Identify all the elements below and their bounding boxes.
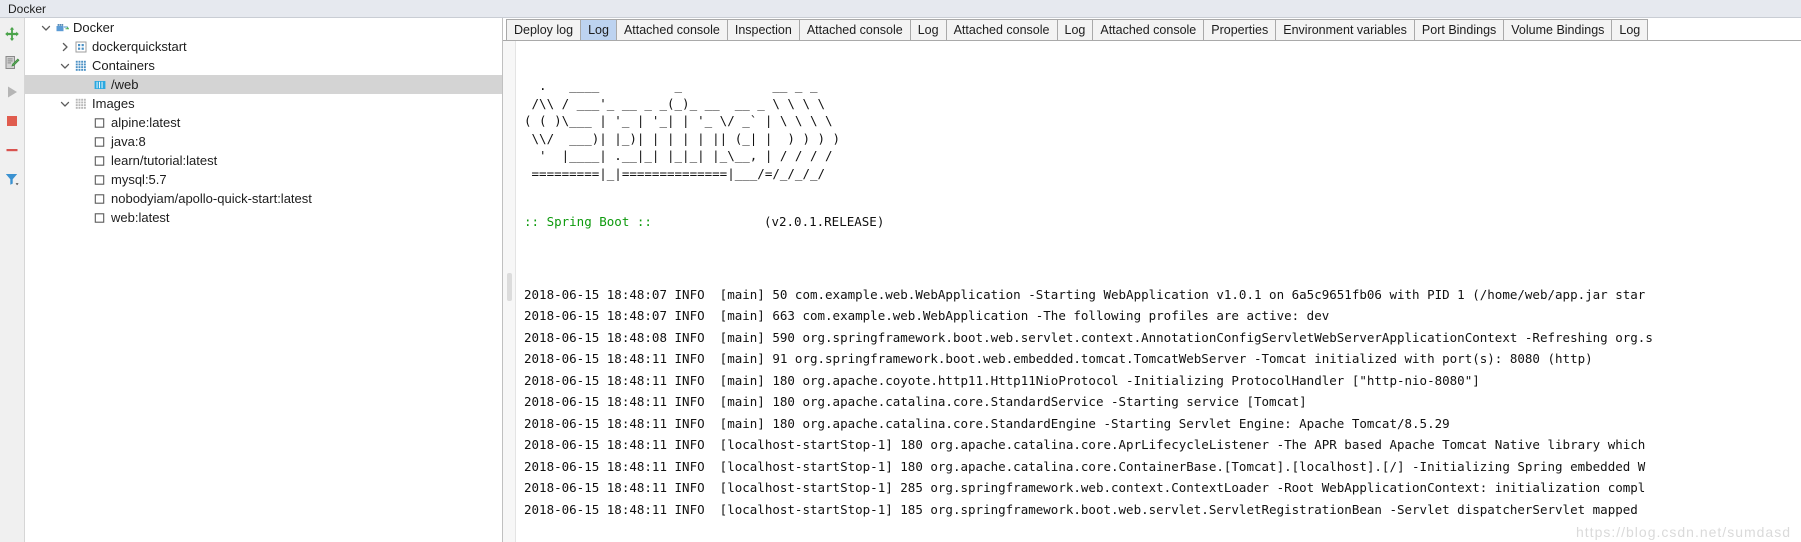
image-icon bbox=[91, 135, 108, 149]
tree-node-containers[interactable]: Containers bbox=[25, 56, 502, 75]
stop-icon[interactable] bbox=[2, 111, 22, 131]
tree-node-label: learn/tutorial:latest bbox=[111, 152, 218, 168]
grid-small-icon bbox=[72, 40, 89, 54]
spring-boot-ascii-banner: . ____ _ __ _ _ /\\ / ___'_ __ _ _(_)_ _… bbox=[524, 78, 841, 181]
log-line: 2018-06-15 18:48:11 INFO [main] 180 org.… bbox=[524, 415, 1450, 431]
tree-node-web[interactable]: /web bbox=[25, 75, 502, 94]
tool-window-title: Docker bbox=[8, 1, 47, 16]
connect-icon[interactable] bbox=[2, 24, 22, 44]
chevron-down-icon[interactable] bbox=[39, 23, 53, 33]
spring-boot-label: :: Spring Boot :: bbox=[524, 214, 652, 229]
main-content-area: Docker dockerquickstart Containers/web Imag… bbox=[0, 18, 1801, 542]
tab-attached-console-8[interactable]: Attached console bbox=[1092, 19, 1205, 40]
log-line: 2018-06-15 18:48:11 INFO [main] 180 org.… bbox=[524, 394, 1307, 409]
docker-toolbar bbox=[0, 18, 25, 542]
tree-node-nobodyiam-apollo-quick-start-latest[interactable]: nobodyiam/apollo-quick-start:latest bbox=[25, 189, 502, 208]
log-line: 2018-06-15 18:48:11 INFO [localhost-star… bbox=[524, 458, 1646, 474]
image-icon bbox=[91, 173, 108, 187]
log-line: 2018-06-15 18:48:11 INFO [localhost-star… bbox=[524, 501, 1638, 517]
log-scroll-thumb[interactable] bbox=[507, 273, 512, 301]
tree-node-label: Containers bbox=[92, 57, 155, 73]
tab-inspection-3[interactable]: Inspection bbox=[726, 19, 800, 40]
chevron-right-icon[interactable] bbox=[58, 42, 72, 52]
tree-node-dockerquickstart[interactable]: dockerquickstart bbox=[25, 37, 502, 56]
log-lines-container: 2018-06-15 18:48:07 INFO [main] 50 com.e… bbox=[524, 284, 1801, 521]
tab-attached-console-4[interactable]: Attached console bbox=[798, 19, 911, 40]
tab-port-bindings-11[interactable]: Port Bindings bbox=[1413, 19, 1505, 40]
log-line: 2018-06-15 18:48:11 INFO [main] 91 org.s… bbox=[524, 351, 1593, 366]
spring-boot-version-line: :: Spring Boot :: (v2.0.1.RELEASE) bbox=[524, 213, 1801, 231]
tree-node-docker[interactable]: Docker bbox=[25, 18, 502, 37]
grid-dots-icon bbox=[72, 97, 89, 111]
docker-tree[interactable]: Docker dockerquickstart Containers/web Imag… bbox=[25, 18, 503, 542]
chevron-down-icon[interactable] bbox=[58, 99, 72, 109]
log-line: 2018-06-15 18:48:11 INFO [localhost-star… bbox=[524, 480, 1646, 495]
tab-log-13[interactable]: Log bbox=[1611, 19, 1649, 40]
edit-configuration-icon[interactable] bbox=[2, 53, 22, 73]
tab-log-5[interactable]: Log bbox=[909, 19, 947, 40]
remove-icon[interactable] bbox=[2, 140, 22, 160]
tree-node-mysql-5-7[interactable]: mysql:5.7 bbox=[25, 170, 502, 189]
image-icon bbox=[91, 211, 108, 225]
tab-log-1[interactable]: Log bbox=[580, 19, 617, 40]
tree-node-label: dockerquickstart bbox=[92, 38, 187, 54]
tab-log-7[interactable]: Log bbox=[1056, 19, 1094, 40]
chevron-down-icon[interactable] bbox=[58, 61, 72, 71]
log-line: 2018-06-15 18:48:11 INFO [main] 180 org.… bbox=[524, 372, 1480, 388]
filter-icon[interactable] bbox=[2, 169, 22, 189]
tree-node-label: web:latest bbox=[111, 209, 170, 225]
log-scroll-gutter[interactable] bbox=[503, 41, 516, 542]
tree-node-label: /web bbox=[111, 76, 139, 92]
tab-environment-variables-10[interactable]: Environment variables bbox=[1275, 19, 1415, 40]
tab-attached-console-6[interactable]: Attached console bbox=[945, 19, 1058, 40]
spring-boot-version: (v2.0.1.RELEASE) bbox=[763, 214, 885, 229]
tab-attached-console-2[interactable]: Attached console bbox=[615, 19, 728, 40]
log-line: 2018-06-15 18:48:08 INFO [main] 590 org.… bbox=[524, 329, 1653, 345]
container-icon bbox=[91, 78, 108, 92]
log-content[interactable]: . ____ _ __ _ _ /\\ / ___'_ __ _ _(_)_ _… bbox=[516, 41, 1801, 542]
tree-node-label: alpine:latest bbox=[111, 114, 181, 130]
tab-properties-9[interactable]: Properties bbox=[1203, 19, 1277, 40]
tab-deploy-log-0[interactable]: Deploy log bbox=[506, 19, 582, 40]
image-icon bbox=[91, 116, 108, 130]
image-icon bbox=[91, 154, 108, 168]
tree-node-label: java:8 bbox=[111, 133, 146, 149]
tree-node-web-latest[interactable]: web:latest bbox=[25, 208, 502, 227]
tab-volume-bindings-12[interactable]: Volume Bindings bbox=[1503, 19, 1613, 40]
image-icon bbox=[91, 192, 108, 206]
tree-node-images[interactable]: Images bbox=[25, 94, 502, 113]
log-line: 2018-06-15 18:48:07 INFO [main] 663 com.… bbox=[524, 308, 1330, 323]
tool-window-title-bar: Docker bbox=[0, 0, 1801, 18]
grid-icon bbox=[72, 59, 89, 73]
log-line: 2018-06-15 18:48:07 INFO [main] 50 com.e… bbox=[524, 286, 1646, 302]
run-icon[interactable] bbox=[2, 82, 22, 102]
tree-node-label: mysql:5.7 bbox=[111, 171, 167, 187]
tree-node-java-8[interactable]: java:8 bbox=[25, 132, 502, 151]
log-viewer[interactable]: . ____ _ __ _ _ /\\ / ___'_ __ _ _(_)_ _… bbox=[503, 41, 1801, 542]
tab-bar[interactable]: Deploy log Log Attached console Inspection A… bbox=[503, 18, 1801, 41]
tree-node-learn-tutorial-latest[interactable]: learn/tutorial:latest bbox=[25, 151, 502, 170]
tree-node-label: Docker bbox=[73, 19, 115, 35]
docker-icon bbox=[53, 21, 70, 35]
log-panel: Deploy log Log Attached console Inspection A… bbox=[503, 18, 1801, 542]
tree-node-label: Images bbox=[92, 95, 135, 111]
tree-node-alpine-latest[interactable]: alpine:latest bbox=[25, 113, 502, 132]
tree-rows-container: Docker dockerquickstart Containers/web Imag… bbox=[25, 18, 502, 227]
log-line: 2018-06-15 18:48:11 INFO [localhost-star… bbox=[524, 437, 1646, 452]
tree-node-label: nobodyiam/apollo-quick-start:latest bbox=[111, 190, 312, 206]
